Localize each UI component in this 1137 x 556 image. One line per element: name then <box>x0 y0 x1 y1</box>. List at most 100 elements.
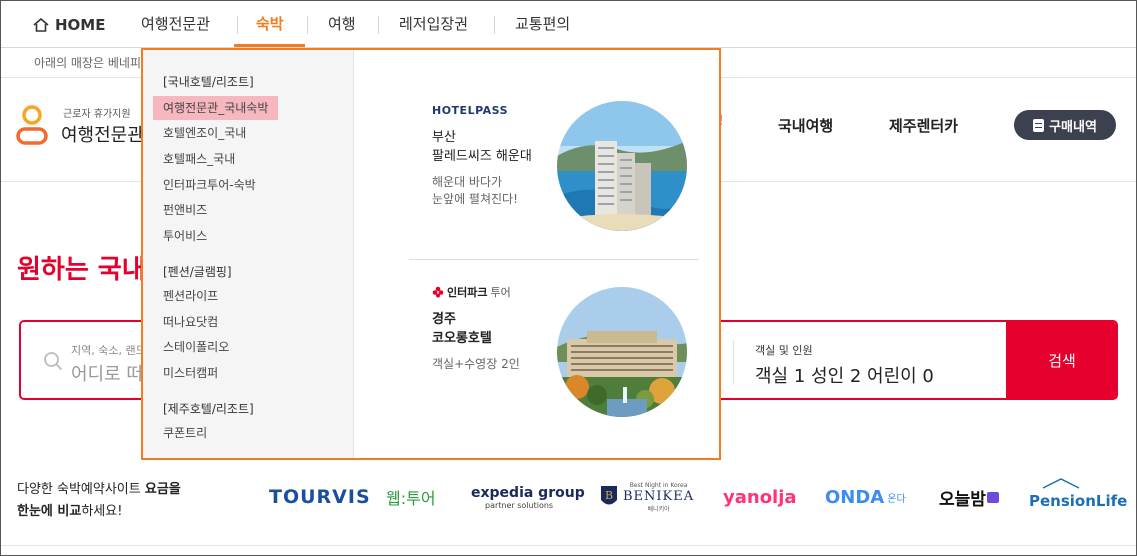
benikea-name: BENIKEA <box>623 488 695 504</box>
pensionlife-text: PensionLife <box>1029 492 1128 510</box>
logo-expedia-sub: partner solutions <box>485 500 554 510</box>
gnb-jeju-rentcar[interactable]: 제주렌터카 <box>889 115 958 136</box>
svg-text:B: B <box>605 489 613 502</box>
logo-expedia-text: expedia group <box>471 484 585 501</box>
nav-item-leisure-tickets[interactable]: 레저입장권 <box>399 1 468 48</box>
nav-separator <box>237 16 238 34</box>
dropdown-menu-list: [국내호텔/리조트] 여행전문관_국내숙박 호텔엔조이_국내 호텔패스_국내 인… <box>143 50 354 458</box>
onulbam-text: 오늘밤 <box>939 489 986 510</box>
logo-expedia[interactable]: expedia group partner solutions <box>471 475 585 519</box>
nav-separator <box>378 16 379 34</box>
promo-description: 객실+수영장 2인 <box>432 356 520 373</box>
onulbam-house-icon <box>986 491 999 503</box>
dropdown-item-pensionlife[interactable]: 펜션라이프 <box>153 284 228 308</box>
dropdown-item-stayfolio[interactable]: 스테이폴리오 <box>153 335 239 359</box>
promo-card-busan[interactable]: HOTELPASS 부산 팔레드씨즈 해운대 해운대 바다가 눈앞에 펼쳐진다! <box>432 102 532 208</box>
dropdown-item-coupontree[interactable]: 쿠폰트리 <box>153 421 217 445</box>
promo-card-gyeongju[interactable]: 인터파크 투어 경주 코오롱호텔 객실+수영장 2인 <box>432 284 520 373</box>
onda-text: ONDA <box>825 486 885 508</box>
promo-title: 부산 팔레드씨즈 해운대 <box>432 128 532 166</box>
active-tab-underline <box>234 44 305 47</box>
promo-description: 해운대 바다가 눈앞에 펼쳐진다! <box>432 174 532 208</box>
dropdown-category: [제주호텔/리조트] <box>163 402 254 416</box>
promo-title: 경주 코오롱호텔 <box>432 310 520 348</box>
dropdown-category: [펜션/글램핑] <box>163 265 232 279</box>
destination-input[interactable]: 어디로 떠 <box>71 360 143 386</box>
promo-desc-line: 해운대 바다가 <box>432 175 503 189</box>
promo-hotel-name: 팔레드씨즈 해운대 <box>432 149 532 164</box>
nav-item-transport[interactable]: 교통편의 <box>515 1 570 48</box>
purchase-history-button[interactable]: 구매내역 <box>1014 110 1116 140</box>
compare-text-bold: 한눈에 비교 <box>17 504 82 519</box>
home-label: HOME <box>55 15 106 34</box>
hero-title: 원하는 국내 <box>17 255 146 285</box>
logo-onda[interactable]: ONDA 온다 <box>825 475 906 519</box>
onda-korean: 온다 <box>887 493 906 505</box>
promo-region: 경주 <box>432 312 456 327</box>
dropdown-item-tourvis[interactable]: 투어비스 <box>153 224 217 248</box>
logo-onulbam[interactable]: 오늘밤 <box>939 475 999 519</box>
compare-text: 다양한 숙박예약사이트 요금을 한눈에 비교하세요! <box>17 479 181 523</box>
dropdown-item-mistercamper[interactable]: 미스터캠퍼 <box>153 361 228 385</box>
nav-separator <box>307 16 308 34</box>
dropdown-item-travel-hall-domestic[interactable]: 여행전문관_국내숙박 <box>153 96 279 120</box>
receipt-icon <box>1033 118 1045 132</box>
top-nav: HOME 여행전문관 숙박 여행 레저입장권 교통편의 <box>1 1 1136 48</box>
dropdown-item-funnbiz[interactable]: 펀앤비즈 <box>153 198 217 222</box>
dropdown-item-interpark[interactable]: 인터파크투어-숙박 <box>153 173 266 197</box>
logo-webtour-text: 웹:투어 <box>386 489 436 508</box>
hotelpass-logo: HOTELPASS <box>432 103 508 117</box>
divider <box>409 259 699 260</box>
compare-text-bold: 요금을 <box>144 482 181 497</box>
compare-text-part: 하세요! <box>81 504 123 519</box>
search-button[interactable]: 검색 <box>1006 322 1116 398</box>
pensionlife-roof-icon <box>1042 478 1080 489</box>
dropdown-item-ttnayo[interactable]: 떠나요닷컴 <box>153 310 228 334</box>
benikea-tagline: Best Night in Korea <box>629 481 688 489</box>
interpark-flower-icon <box>432 286 444 298</box>
interpark-tour-text: 투어 <box>490 286 511 299</box>
interpark-text: 인터파크 <box>447 286 488 299</box>
logo-subtitle: 근로자 휴가지원 <box>63 109 131 120</box>
partner-logos: TOURVIS 웹:투어 expedia group partner solut… <box>263 475 1127 519</box>
promo-desc-line: 객실+수영장 2인 <box>432 357 520 371</box>
nav-separator <box>494 16 495 34</box>
nav-item-travel-hall[interactable]: 여행전문관 <box>141 1 210 48</box>
promo-hotel-name: 코오롱호텔 <box>432 331 492 346</box>
guest-label: 객실 및 인원 <box>755 344 813 357</box>
divider <box>733 340 734 384</box>
gyeongju-hotel-image[interactable] <box>557 287 687 417</box>
dropdown-item-hotelnjoy[interactable]: 호텔엔조이_국내 <box>153 121 256 145</box>
benikea-korean: 베니키아 <box>647 505 670 513</box>
dropdown-category: [국내호텔/리조트] <box>163 75 254 89</box>
logo-pensionlife[interactable]: PensionLife <box>1029 475 1127 519</box>
promo-region: 부산 <box>432 130 456 145</box>
gyeongju-hotel-photo <box>557 287 687 417</box>
busan-hotel-image[interactable] <box>557 101 687 231</box>
logo-title[interactable]: 여행전문관 <box>61 121 144 147</box>
search-icon <box>44 352 63 371</box>
lodging-dropdown: [국내호텔/리조트] 여행전문관_국내숙박 호텔엔조이_국내 호텔패스_국내 인… <box>141 48 721 460</box>
nav-item-travel[interactable]: 여행 <box>328 1 356 48</box>
compare-text-part: 다양한 숙박예약사이트 <box>17 482 145 497</box>
divider <box>1 545 1136 546</box>
logo-benikea[interactable]: B Best Night in Korea BENIKEA 베니키아 <box>599 475 694 519</box>
logo-tourvis[interactable]: TOURVIS <box>269 475 371 519</box>
interpark-tour-logo: 인터파크 투어 <box>432 284 520 300</box>
page-frame: HOME 여행전문관 숙박 여행 레저입장권 교통편의 아래의 매장은 베네피 … <box>0 0 1137 556</box>
logo-yanolja[interactable]: yanolja <box>723 475 797 519</box>
benikea-crest-icon: B <box>601 486 617 505</box>
search-hint: 지역, 숙소, 랜드 <box>71 344 146 357</box>
dropdown-item-hotelpass[interactable]: 호텔패스_국내 <box>153 147 245 171</box>
promo-desc-line: 눈앞에 펼쳐진다! <box>432 192 518 206</box>
busan-hotel-photo <box>557 101 687 231</box>
home-icon <box>33 17 49 32</box>
guest-selector[interactable]: 객실 1 성인 2 어린이 0 <box>755 362 934 388</box>
logo-icon <box>16 105 48 145</box>
notice-text: 아래의 매장은 베네피 <box>34 56 141 70</box>
logo-webtour[interactable]: 웹:투어 <box>386 475 436 519</box>
gnb-domestic-travel[interactable]: 국내여행 <box>778 115 833 136</box>
purchase-history-label: 구매내역 <box>1049 119 1097 135</box>
home-link[interactable]: HOME <box>33 1 105 48</box>
nav-item-lodging[interactable]: 숙박 <box>256 1 284 48</box>
